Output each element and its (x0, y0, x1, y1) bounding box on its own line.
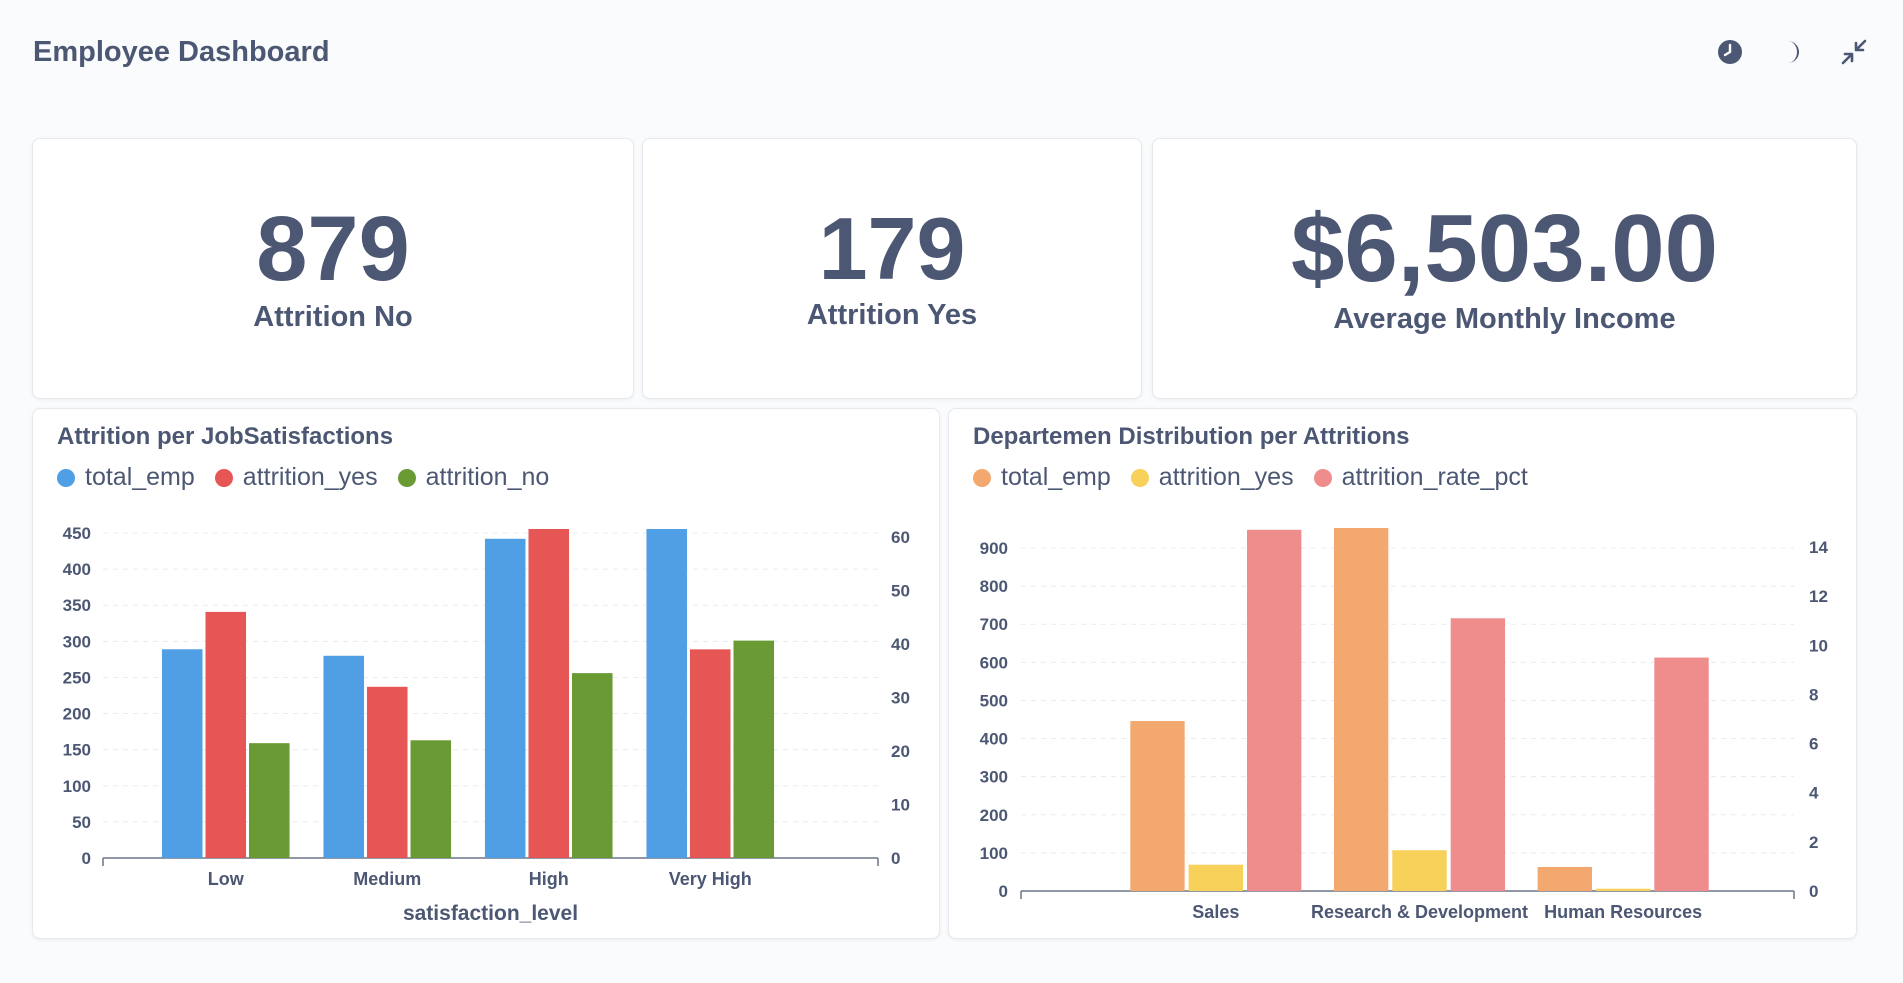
bar-attrition-yes[interactable] (689, 649, 731, 858)
bar-attrition-yes[interactable] (205, 611, 247, 858)
y-tick-label-left: 400 (980, 730, 1008, 749)
kpi-card-average-monthly-income[interactable]: $6,503.00 Average Monthly Income (1152, 138, 1857, 399)
bar-attrition-rate-pct[interactable] (1247, 529, 1302, 891)
y-tick-label-left: 200 (980, 806, 1008, 825)
chart-card-job-satisfaction: Attrition per JobSatisfactions total_emp… (32, 408, 940, 939)
y-tick-label-left: 0 (82, 849, 91, 868)
y-tick-label-right: 10 (891, 796, 910, 815)
x-axis-title: satisfaction_level (403, 902, 578, 925)
bar-total-emp[interactable] (161, 649, 203, 858)
kpi-value: 179 (818, 199, 966, 298)
y-tick-label-left: 600 (980, 653, 1008, 672)
header-actions (1715, 37, 1869, 67)
clock-icon[interactable] (1715, 37, 1745, 67)
kpi-value: 879 (256, 198, 410, 300)
bar-attrition-yes[interactable] (1392, 850, 1447, 891)
y-tick-label-left: 350 (63, 596, 91, 615)
bar-attrition-no[interactable] (572, 673, 613, 858)
y-tick-label-left: 300 (980, 768, 1008, 787)
y-tick-label-right: 4 (1809, 784, 1819, 803)
kpi-card-attrition-no[interactable]: 879 Attrition No (32, 138, 634, 399)
y-tick-label-right: 0 (891, 849, 900, 868)
y-tick-label-right: 2 (1809, 833, 1818, 852)
y-tick-label-left: 0 (999, 882, 1008, 901)
bar-total-emp[interactable] (1537, 866, 1592, 891)
y-tick-label-right: 60 (891, 528, 910, 547)
bar-attrition-rate-pct[interactable] (1450, 618, 1506, 891)
y-tick-label-left: 100 (980, 844, 1008, 863)
y-tick-label-left: 100 (63, 777, 91, 796)
y-tick-label-right: 14 (1809, 538, 1828, 557)
collapse-icon[interactable] (1839, 37, 1869, 67)
y-tick-label-left: 400 (63, 560, 91, 579)
y-tick-label-right: 30 (891, 689, 910, 708)
bar-attrition-yes[interactable] (1188, 864, 1244, 891)
kpi-value: $6,503.00 (1290, 195, 1719, 302)
y-tick-label-left: 150 (63, 741, 91, 760)
kpi-label: Average Monthly Income (1333, 303, 1676, 335)
bar-total-emp[interactable] (1130, 721, 1185, 891)
kpi-label: Attrition No (253, 301, 413, 333)
bar-total-emp[interactable] (646, 529, 687, 858)
y-tick-label-right: 20 (891, 742, 910, 761)
y-tick-label-left: 700 (980, 615, 1008, 634)
bar-attrition-yes[interactable] (366, 686, 408, 858)
bar-attrition-no[interactable] (249, 743, 290, 858)
y-tick-label-left: 900 (980, 539, 1008, 558)
y-tick-label-right: 12 (1809, 587, 1828, 606)
x-tick-label: Low (208, 869, 245, 889)
bar-attrition-rate-pct[interactable] (1654, 657, 1709, 891)
y-tick-label-right: 50 (891, 582, 910, 601)
x-tick-label: High (529, 869, 569, 889)
y-tick-label-left: 800 (980, 577, 1008, 596)
chart-plot-job-satisfaction: 0 50 100 150 200 250 300 350 400 450 0 10 20 30 40 50 60… (63, 524, 910, 925)
bar-attrition-no[interactable] (410, 740, 452, 858)
bar-attrition-no[interactable] (733, 640, 775, 858)
y-tick-label-left: 50 (72, 813, 91, 832)
y-tick-label-left: 300 (63, 632, 91, 651)
bar-total-emp[interactable] (484, 538, 526, 858)
x-tick-label: Medium (353, 869, 421, 889)
y-tick-label-left: 250 (63, 668, 91, 687)
moon-icon[interactable] (1777, 37, 1807, 67)
x-tick-label: Very High (669, 869, 752, 889)
y-tick-label-left: 500 (980, 691, 1008, 710)
y-tick-label-right: 0 (1809, 882, 1818, 901)
bar-total-emp[interactable] (1333, 528, 1389, 891)
kpi-label: Attrition Yes (806, 299, 978, 331)
y-tick-label-right: 10 (1809, 636, 1828, 655)
y-tick-label-right: 40 (891, 635, 910, 654)
x-tick-label: Research & Development (1311, 902, 1528, 922)
y-tick-label-right: 6 (1809, 735, 1818, 754)
bar-attrition-yes[interactable] (1595, 888, 1651, 891)
x-tick-label: Human Resources (1544, 902, 1702, 922)
y-tick-label-left: 450 (63, 524, 91, 543)
chart-plot-department-distribution: 0 100 200 300 400 500 600 700 800 900 0 2 4 6 8 10 12 14 S… (980, 528, 1828, 922)
y-tick-label-left: 200 (63, 705, 91, 724)
y-tick-label-right: 8 (1809, 685, 1818, 704)
chart-card-department-distribution: Departemen Distribution per Attritions t… (948, 408, 1857, 939)
page-title: Employee Dashboard (33, 36, 330, 68)
bar-attrition-yes[interactable] (528, 529, 570, 858)
kpi-card-attrition-yes[interactable]: 179 Attrition Yes (642, 138, 1142, 399)
bar-total-emp[interactable] (323, 655, 364, 858)
x-tick-label: Sales (1192, 902, 1239, 922)
